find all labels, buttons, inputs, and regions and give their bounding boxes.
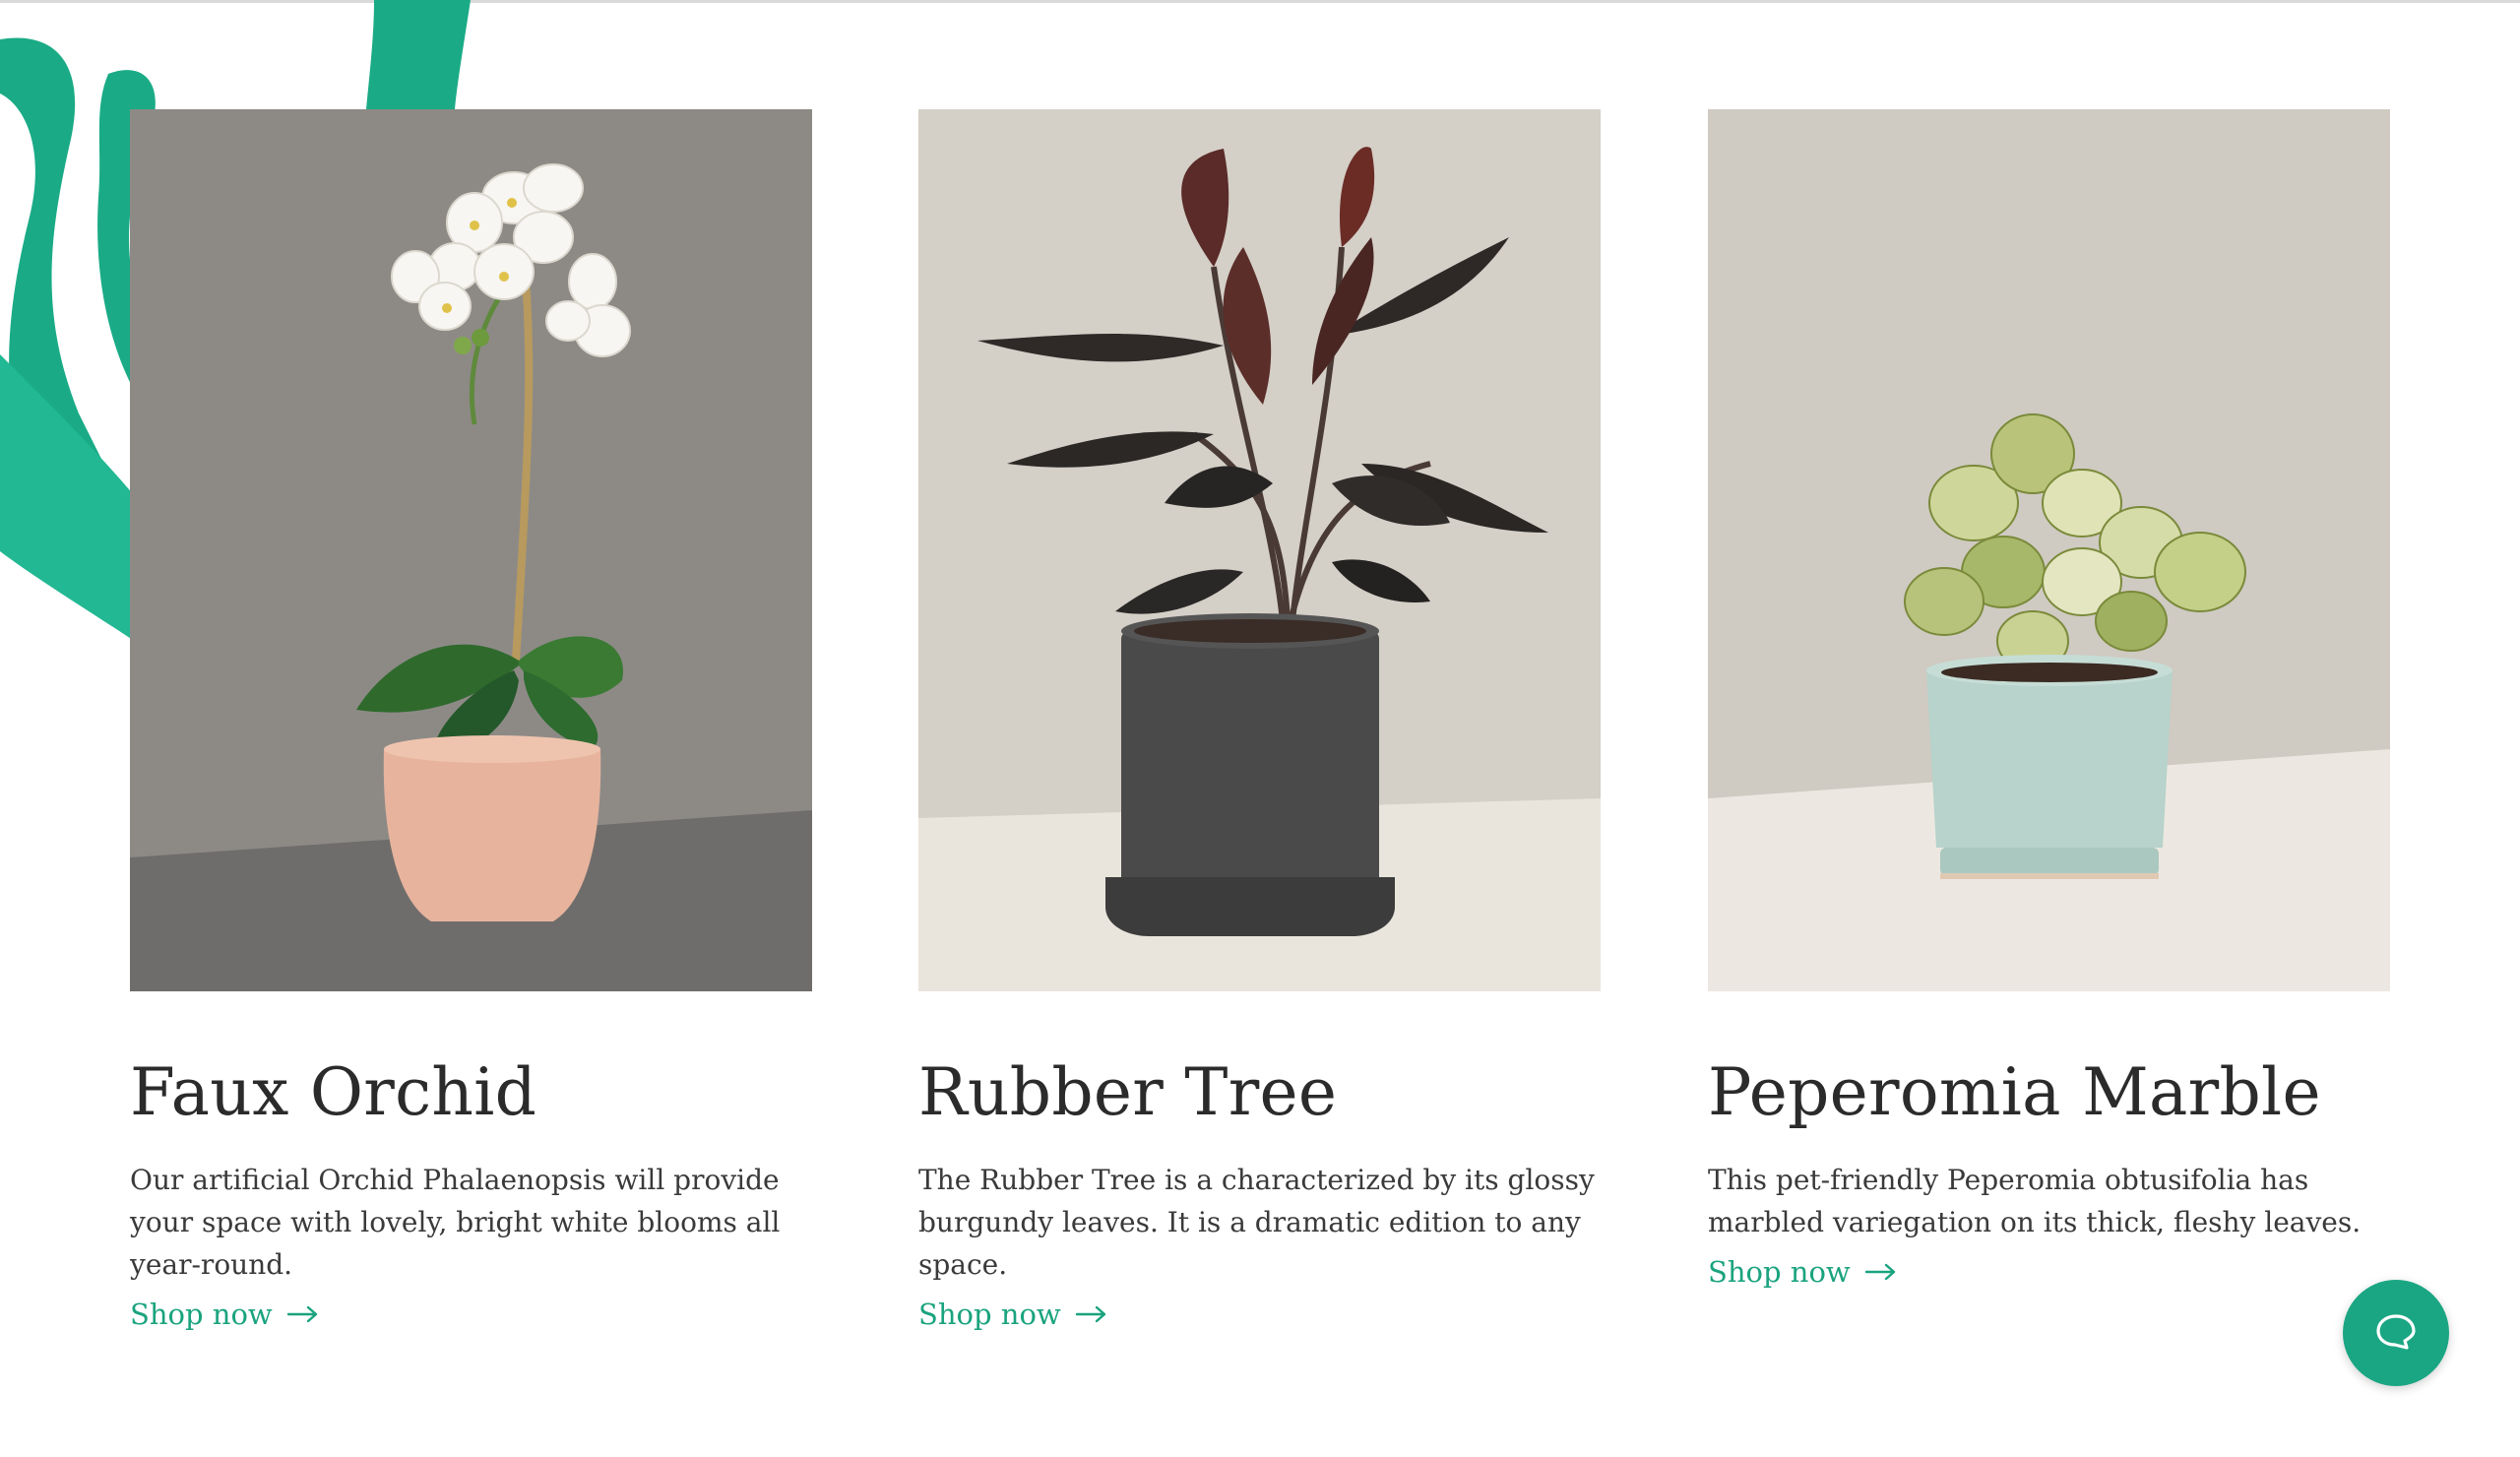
chat-bubble-icon — [2376, 1314, 2416, 1350]
shop-now-link[interactable]: Shop now — [918, 1298, 1108, 1331]
product-card-peperomia-marble: Peperomia Marble This pet-friendly Peper… — [1708, 109, 2390, 1289]
product-description: The Rubber Tree is a characterized by it… — [918, 1164, 1595, 1281]
product-title: Rubber Tree — [918, 1054, 1338, 1130]
product-title: Peperomia Marble — [1708, 1054, 2321, 1130]
shop-now-link[interactable]: Shop now — [1708, 1255, 1898, 1289]
shop-now-link[interactable]: Shop now — [130, 1298, 320, 1331]
shop-now-label: Shop now — [1708, 1255, 1851, 1289]
rubber-tree-photo — [918, 109, 1601, 991]
arrow-right-icon — [286, 1305, 317, 1323]
product-image-faux-orchid[interactable] — [130, 109, 812, 991]
peperomia-photo — [1708, 109, 2390, 991]
chat-button[interactable] — [2343, 1280, 2449, 1386]
shop-now-label: Shop now — [918, 1298, 1061, 1331]
product-card-rubber-tree: Rubber Tree The Rubber Tree is a charact… — [918, 109, 1601, 1331]
product-card-faux-orchid: Faux Orchid Our artificial Orchid Phalae… — [130, 109, 812, 1331]
shop-now-label: Shop now — [130, 1298, 273, 1331]
product-description: Our artificial Orchid Phalaenopsis will … — [130, 1164, 781, 1281]
product-image-rubber-tree[interactable] — [918, 109, 1601, 991]
product-description: This pet-friendly Peperomia obtusifolia … — [1708, 1164, 2362, 1238]
product-title: Faux Orchid — [130, 1054, 537, 1130]
product-image-peperomia-marble[interactable] — [1708, 109, 2390, 991]
orchid-photo — [130, 109, 812, 991]
arrow-right-icon — [1864, 1263, 1895, 1281]
arrow-right-icon — [1075, 1305, 1105, 1323]
